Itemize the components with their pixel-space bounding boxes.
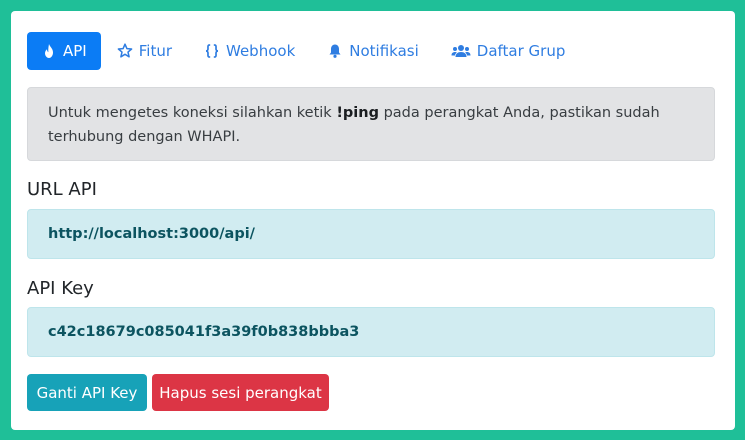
code-braces-icon [204,43,220,59]
api-url-box: http://localhost:3000/api/ [27,209,715,259]
ping-instruction-alert: Untuk mengetes koneksi silahkan ketik !p… [27,87,715,161]
tab-api[interactable]: API [27,32,101,70]
api-key-label: API Key [27,278,94,299]
tab-bar: API Fitur Webhook Notifikasi Daftar Grup [27,32,581,70]
api-key-box: c42c18679c085041f3a39f0b838bbba3 [27,307,715,357]
delete-device-session-button[interactable]: Hapus sesi perangkat [152,374,329,411]
bell-icon [327,43,343,59]
star-icon [117,43,133,59]
tab-fitur[interactable]: Fitur [101,32,188,70]
api-url-label: URL API [27,179,97,200]
users-icon [451,43,471,59]
tab-notifikasi[interactable]: Notifikasi [311,32,435,70]
tab-webhook-label: Webhook [226,42,296,60]
api-url-value: http://localhost:3000/api/ [48,226,255,242]
tab-daftar-grup-label: Daftar Grup [476,42,566,60]
alert-text-before: Untuk mengetes koneksi silahkan ketik [48,105,337,121]
tab-daftar-grup[interactable]: Daftar Grup [435,32,582,70]
change-api-key-button[interactable]: Ganti API Key [27,374,147,411]
ping-command: !ping [336,105,379,121]
settings-card: API Fitur Webhook Notifikasi Daftar Grup [11,11,735,430]
tab-fitur-label: Fitur [138,42,172,60]
tab-notifikasi-label: Notifikasi [349,42,419,60]
api-key-value: c42c18679c085041f3a39f0b838bbba3 [48,324,360,340]
fire-icon [41,43,57,59]
tab-api-label: API [63,42,87,60]
tab-webhook[interactable]: Webhook [188,32,311,70]
